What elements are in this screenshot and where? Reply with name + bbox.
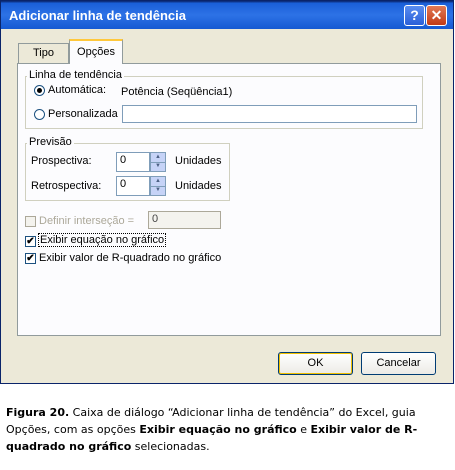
custom-radio[interactable] (34, 109, 45, 120)
ok-button[interactable]: OK (278, 352, 353, 375)
spin-down-icon[interactable]: ▼ (151, 162, 165, 171)
close-icon[interactable]: ✕ (426, 5, 447, 26)
show-equation-checkbox[interactable]: ✔ (25, 236, 36, 247)
intercept-input[interactable]: 0 (148, 211, 221, 229)
show-r2-label[interactable]: Exibir valor de R-quadrado no gráfico (39, 252, 221, 264)
title-bar[interactable]: Adicionar linha de tendência ? ✕ (1, 1, 453, 29)
help-icon[interactable]: ? (404, 5, 425, 26)
show-equation-label[interactable]: Exibir equação no gráfico (37, 233, 167, 247)
auto-trendline-name: Potência (Seqüência1) (121, 86, 233, 98)
trendline-group-label: Linha de tendência (27, 69, 124, 81)
custom-name-input[interactable] (122, 105, 417, 123)
tab-tipo[interactable]: Tipo (18, 43, 69, 63)
figure-caption: Figura 20. Caixa de diálogo “Adicionar l… (6, 404, 450, 455)
forward-unit: Unidades (175, 155, 222, 167)
auto-label[interactable]: Automática: (48, 84, 106, 96)
intercept-label: Definir interseção = (39, 215, 135, 227)
auto-radio[interactable] (34, 85, 45, 96)
backward-input[interactable]: 0 (116, 176, 150, 196)
caption-figure-number: Figura 20. (6, 406, 70, 419)
dialog-window: Adicionar linha de tendência ? ✕ Tipo Op… (0, 0, 454, 384)
tab-opcoes[interactable]: Opções (69, 39, 123, 64)
backward-unit: Unidades (175, 180, 222, 192)
options-panel: Linha de tendência Automática: Potência … (17, 63, 441, 336)
cancel-button[interactable]: Cancelar (361, 352, 436, 375)
forward-input[interactable]: 0 (116, 152, 150, 172)
forecast-group-label: Previsão (27, 136, 74, 148)
spin-down-icon[interactable]: ▼ (151, 186, 165, 195)
backward-label: Retrospectiva: (31, 180, 102, 192)
forward-label: Prospectiva: (31, 155, 92, 167)
custom-label[interactable]: Personalizada (48, 108, 118, 120)
caption-bold-1: Exibir equação no gráfico (139, 423, 297, 436)
caption-text-3: selecionadas. (131, 440, 210, 453)
show-r2-checkbox[interactable]: ✔ (25, 253, 36, 264)
dialog-title: Adicionar linha de tendência (9, 8, 186, 23)
intercept-checkbox[interactable] (25, 216, 36, 227)
backward-spinner[interactable]: ▲ ▼ (150, 176, 166, 196)
caption-text-2: e (296, 423, 311, 436)
forward-spinner[interactable]: ▲ ▼ (150, 152, 166, 172)
